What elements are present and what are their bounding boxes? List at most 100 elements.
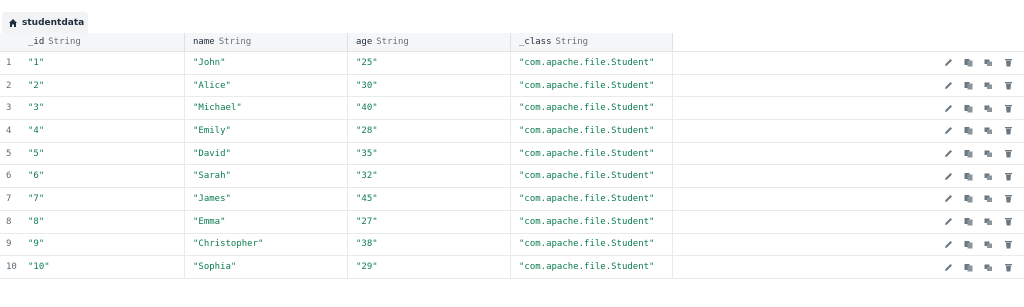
table-row[interactable]: 9 "9" "Christopher" "38" "com.apache.fil… [0,233,1024,257]
cell-id[interactable]: "2" [20,74,185,97]
cell-name[interactable]: "John" [185,52,348,74]
cell-id[interactable]: "5" [20,142,185,165]
copy-icon[interactable] [963,125,974,136]
clone-icon[interactable] [983,193,994,204]
copy-icon[interactable] [963,171,974,182]
clone-icon[interactable] [983,239,994,250]
cell-id[interactable]: "3" [20,97,185,120]
clone-icon[interactable] [983,171,994,182]
cell-age[interactable]: "35" [348,142,511,165]
edit-icon[interactable] [943,193,954,204]
cell-class[interactable]: "com.apache.file.Student" [511,233,673,256]
delete-icon[interactable] [1003,239,1014,250]
cell-id[interactable]: "7" [20,188,185,210]
copy-icon[interactable] [963,216,974,227]
cell-id[interactable]: "10" [20,256,185,278]
edit-icon[interactable] [943,148,954,159]
cell-name[interactable]: "Michael" [185,97,348,120]
cell-id[interactable]: "6" [20,165,185,188]
column-header-class[interactable]: _class String [511,33,673,51]
cell-name[interactable]: "Sarah" [185,165,348,188]
cell-class[interactable]: "com.apache.file.Student" [511,120,673,142]
cell-class[interactable]: "com.apache.file.Student" [511,97,673,120]
cell-class[interactable]: "com.apache.file.Student" [511,210,673,233]
cell-name[interactable]: "Emily" [185,120,348,142]
cell-age[interactable]: "28" [348,120,511,142]
column-header-name[interactable]: name String [185,33,348,51]
table-row[interactable]: 3 "3" "Michael" "40" "com.apache.file.St… [0,97,1024,121]
column-type: String [218,37,252,47]
cell-age[interactable]: "38" [348,233,511,256]
cell-class[interactable]: "com.apache.file.Student" [511,74,673,97]
copy-icon[interactable] [963,103,974,114]
table-row[interactable]: 6 "6" "Sarah" "32" "com.apache.file.Stud… [0,165,1024,189]
cell-class[interactable]: "com.apache.file.Student" [511,188,673,210]
delete-icon[interactable] [1003,80,1014,91]
edit-icon[interactable] [943,125,954,136]
delete-icon[interactable] [1003,57,1014,68]
row-actions [943,148,1014,159]
clone-icon[interactable] [983,103,994,114]
clone-icon[interactable] [983,148,994,159]
column-name: name [193,37,215,47]
cell-age[interactable]: "32" [348,165,511,188]
table-row[interactable]: 5 "5" "David" "35" "com.apache.file.Stud… [0,142,1024,166]
table-row[interactable]: 4 "4" "Emily" "28" "com.apache.file.Stud… [0,120,1024,143]
cell-id[interactable]: "1" [20,52,185,74]
copy-icon[interactable] [963,239,974,250]
cell-class[interactable]: "com.apache.file.Student" [511,165,673,188]
cell-age[interactable]: "40" [348,97,511,120]
table-row[interactable]: 1 "1" "John" "25" "com.apache.file.Stude… [0,52,1024,75]
clone-icon[interactable] [983,216,994,227]
cell-age[interactable]: "30" [348,74,511,97]
edit-icon[interactable] [943,171,954,182]
cell-age[interactable]: "29" [348,256,511,278]
cell-id[interactable]: "4" [20,120,185,142]
edit-icon[interactable] [943,103,954,114]
table-row[interactable]: 8 "8" "Emma" "27" "com.apache.file.Stude… [0,210,1024,234]
cell-id[interactable]: "9" [20,233,185,256]
copy-icon[interactable] [963,148,974,159]
row-actions [943,262,1014,273]
delete-icon[interactable] [1003,216,1014,227]
delete-icon[interactable] [1003,262,1014,273]
copy-icon[interactable] [963,80,974,91]
clone-icon[interactable] [983,125,994,136]
cell-name[interactable]: "Sophia" [185,256,348,278]
column-header-id[interactable]: _id String [20,33,185,51]
cell-age[interactable]: "25" [348,52,511,74]
copy-icon[interactable] [963,57,974,68]
cell-age[interactable]: "45" [348,188,511,210]
delete-icon[interactable] [1003,125,1014,136]
row-number: 10 [6,262,17,273]
cell-class[interactable]: "com.apache.file.Student" [511,52,673,74]
cell-name[interactable]: "Alice" [185,74,348,97]
delete-icon[interactable] [1003,103,1014,114]
column-header-age[interactable]: age String [348,33,511,51]
collection-tab[interactable]: studentdata [2,12,88,34]
delete-icon[interactable] [1003,148,1014,159]
copy-icon[interactable] [963,262,974,273]
cell-name[interactable]: "David" [185,142,348,165]
edit-icon[interactable] [943,239,954,250]
clone-icon[interactable] [983,57,994,68]
copy-icon[interactable] [963,193,974,204]
clone-icon[interactable] [983,262,994,273]
cell-age[interactable]: "27" [348,210,511,233]
edit-icon[interactable] [943,216,954,227]
table-row[interactable]: 2 "2" "Alice" "30" "com.apache.file.Stud… [0,74,1024,98]
clone-icon[interactable] [983,80,994,91]
edit-icon[interactable] [943,57,954,68]
delete-icon[interactable] [1003,193,1014,204]
table-row[interactable]: 7 "7" "James" "45" "com.apache.file.Stud… [0,188,1024,211]
edit-icon[interactable] [943,262,954,273]
cell-name[interactable]: "Emma" [185,210,348,233]
cell-id[interactable]: "8" [20,210,185,233]
cell-name[interactable]: "Christopher" [185,233,348,256]
table-row[interactable]: 10 "10" "Sophia" "29" "com.apache.file.S… [0,256,1024,279]
cell-class[interactable]: "com.apache.file.Student" [511,256,673,278]
cell-name[interactable]: "James" [185,188,348,210]
cell-class[interactable]: "com.apache.file.Student" [511,142,673,165]
edit-icon[interactable] [943,80,954,91]
delete-icon[interactable] [1003,171,1014,182]
